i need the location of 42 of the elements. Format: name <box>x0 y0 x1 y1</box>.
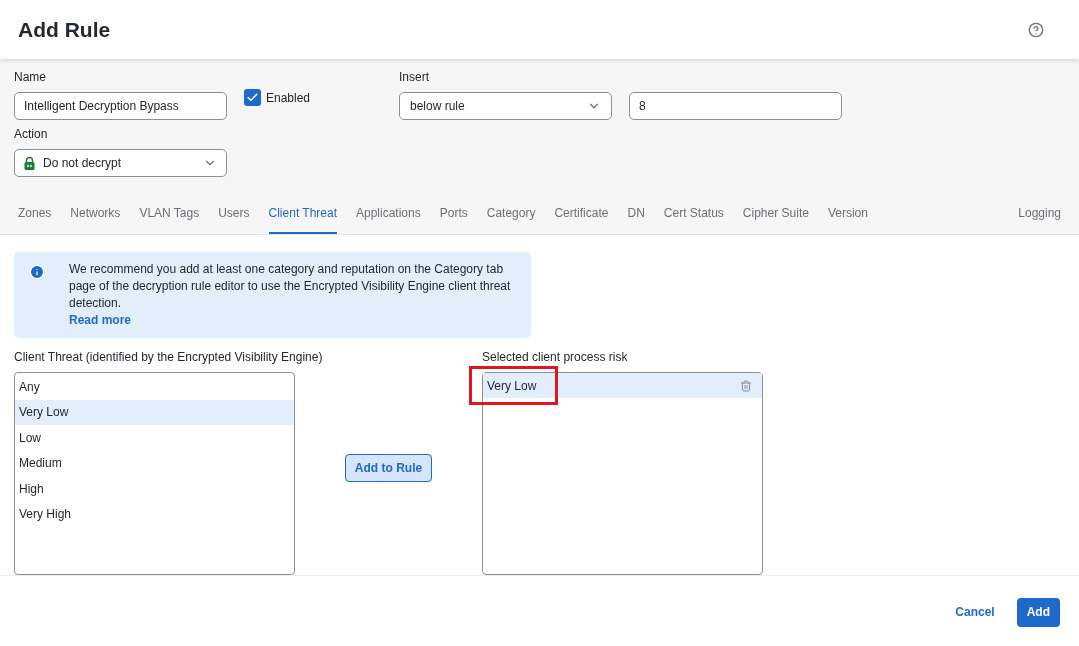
list-label: Selected client process risk <box>482 349 629 367</box>
trash-icon[interactable] <box>740 379 752 392</box>
rule-number-field[interactable]: 8 <box>629 92 842 121</box>
name-label: Name <box>14 69 47 87</box>
help-icon[interactable] <box>1028 21 1044 38</box>
read-more-link[interactable]: Read more <box>69 312 132 330</box>
tab[interactable]: Certificate <box>554 200 609 235</box>
tab[interactable]: Client Threat <box>268 200 337 235</box>
add-button[interactable]: Add <box>1016 597 1060 627</box>
tab[interactable]: Category <box>486 200 536 235</box>
tab[interactable]: Cert Status <box>663 200 724 235</box>
tab[interactable]: Users <box>218 200 250 235</box>
tab[interactable]: Logging <box>1018 200 1061 235</box>
insert-dropdown[interactable]: below rule <box>399 92 612 121</box>
tab[interactable]: Zones <box>18 200 52 235</box>
list-item[interactable]: Any <box>15 374 294 400</box>
enabled-checkbox[interactable] <box>244 89 261 107</box>
name-field[interactable]: Intelligent Decryption Bypass <box>14 92 227 121</box>
tab[interactable]: Applications <box>356 200 421 235</box>
list-item[interactable]: Low <box>15 425 294 451</box>
tab[interactable]: Networks <box>70 200 121 235</box>
tab[interactable]: DN <box>627 200 645 235</box>
dialog-title: Add Rule <box>18 16 111 43</box>
cancel-button[interactable]: Cancel <box>955 603 995 622</box>
list-item[interactable]: High <box>15 476 294 502</box>
tab[interactable]: Ports <box>439 200 468 235</box>
add-to-rule-button[interactable]: Add to Rule <box>344 453 433 482</box>
enabled-label: Enabled <box>266 90 311 108</box>
action-dropdown[interactable]: Do not decrypt <box>14 149 227 178</box>
action-label: Action <box>14 126 49 144</box>
insert-label: Insert <box>399 69 430 87</box>
tab[interactable]: VLAN Tags <box>139 200 200 235</box>
tab[interactable]: Version <box>827 200 868 235</box>
list-item[interactable]: Medium <box>15 450 294 477</box>
list-item[interactable]: Very Low <box>15 399 294 426</box>
list-item[interactable]: Very Low <box>487 376 537 395</box>
tab[interactable]: Cipher Suite <box>742 200 809 235</box>
list-item[interactable]: Very High <box>15 501 294 528</box>
lock-icon <box>24 156 35 170</box>
info-icon <box>29 264 45 281</box>
list-label: Client Threat (identified by the Encrypted Visibility Engine) <box>14 349 323 367</box>
info-message: We recommend you add at least one category and reputation on the Category tab page of the decryption rule editor to use the Encrypted Visibility Engine client threat detection. <box>69 261 511 313</box>
